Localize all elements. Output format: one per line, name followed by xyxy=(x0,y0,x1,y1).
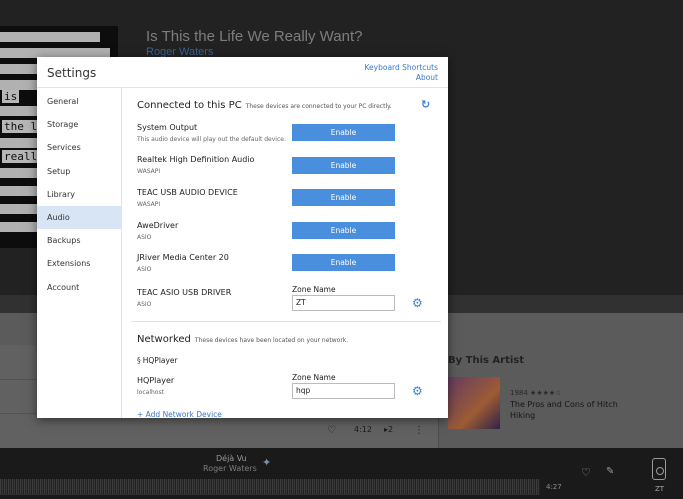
networked-heading: Networked xyxy=(137,334,191,345)
sidebar-item-backups[interactable]: Backups xyxy=(37,229,121,252)
audio-settings-panel: Connected to this PC These devices are co… xyxy=(123,88,448,418)
zone-name-label: Zone Name xyxy=(292,373,336,382)
device-name: AweDriver xyxy=(137,221,179,230)
settings-dialog: Settings Keyboard Shortcuts About Genera… xyxy=(37,57,448,418)
device-driver: ASIO xyxy=(137,234,152,241)
enable-button[interactable]: Enable xyxy=(292,254,395,271)
sidebar-item-general[interactable]: General xyxy=(37,90,121,113)
network-group: § HQPlayer xyxy=(137,356,178,365)
network-device-icon: § xyxy=(137,356,141,365)
networked-subheading: These devices have been located on your … xyxy=(194,337,349,344)
device-description: This audio device will play out the defa… xyxy=(137,136,286,143)
device-host: localhost xyxy=(137,389,164,396)
dialog-title: Settings xyxy=(47,66,97,80)
add-network-device-link[interactable]: + Add Network Device xyxy=(137,410,222,418)
enable-button[interactable]: Enable xyxy=(292,222,395,239)
zone-name-input[interactable]: hqp xyxy=(292,383,395,399)
device-driver: ASIO xyxy=(137,301,152,308)
zone-name-input[interactable]: ZT xyxy=(292,295,395,311)
connected-subheading: These devices are connected to your PC d… xyxy=(245,103,392,110)
enable-button[interactable]: Enable xyxy=(292,157,395,174)
network-group-name: HQPlayer xyxy=(142,356,178,365)
device-name: JRiver Media Center 20 xyxy=(137,253,229,262)
sidebar-item-account[interactable]: Account xyxy=(37,276,121,299)
about-link[interactable]: About xyxy=(416,73,438,82)
device-driver: WASAPI xyxy=(137,168,161,175)
networked-section-heading: Networked These devices have been located… xyxy=(137,334,348,345)
connected-section-heading: Connected to this PC These devices are co… xyxy=(137,100,392,111)
enable-button[interactable]: Enable xyxy=(292,124,395,141)
connected-heading: Connected to this PC xyxy=(137,100,242,111)
device-name: Realtek High Definition Audio xyxy=(137,155,255,164)
refresh-icon[interactable]: ↻ xyxy=(421,99,432,110)
sidebar-item-audio[interactable]: Audio xyxy=(37,205,121,230)
enable-button[interactable]: Enable xyxy=(292,189,395,206)
dialog-header: Settings Keyboard Shortcuts About xyxy=(37,57,448,88)
sidebar-item-storage[interactable]: Storage xyxy=(37,113,121,136)
device-name: TEAC USB AUDIO DEVICE xyxy=(137,188,238,197)
settings-sidebar: General Storage Services Setup Library A… xyxy=(37,88,122,418)
device-name: HQPlayer xyxy=(137,376,175,385)
keyboard-shortcuts-link[interactable]: Keyboard Shortcuts xyxy=(365,63,439,72)
zone-name-label: Zone Name xyxy=(292,285,336,294)
device-name: System Output xyxy=(137,123,198,132)
gear-icon[interactable]: ⚙ xyxy=(412,384,426,398)
device-driver: WASAPI xyxy=(137,201,161,208)
sidebar-item-library[interactable]: Library xyxy=(37,183,121,206)
device-name: TEAC ASIO USB DRIVER xyxy=(137,288,232,297)
sidebar-item-services[interactable]: Services xyxy=(37,136,121,159)
section-divider xyxy=(131,321,441,322)
device-driver: ASIO xyxy=(137,266,152,273)
sidebar-item-extensions[interactable]: Extensions xyxy=(37,252,121,275)
sidebar-item-setup[interactable]: Setup xyxy=(37,160,121,183)
gear-icon[interactable]: ⚙ xyxy=(412,296,426,310)
